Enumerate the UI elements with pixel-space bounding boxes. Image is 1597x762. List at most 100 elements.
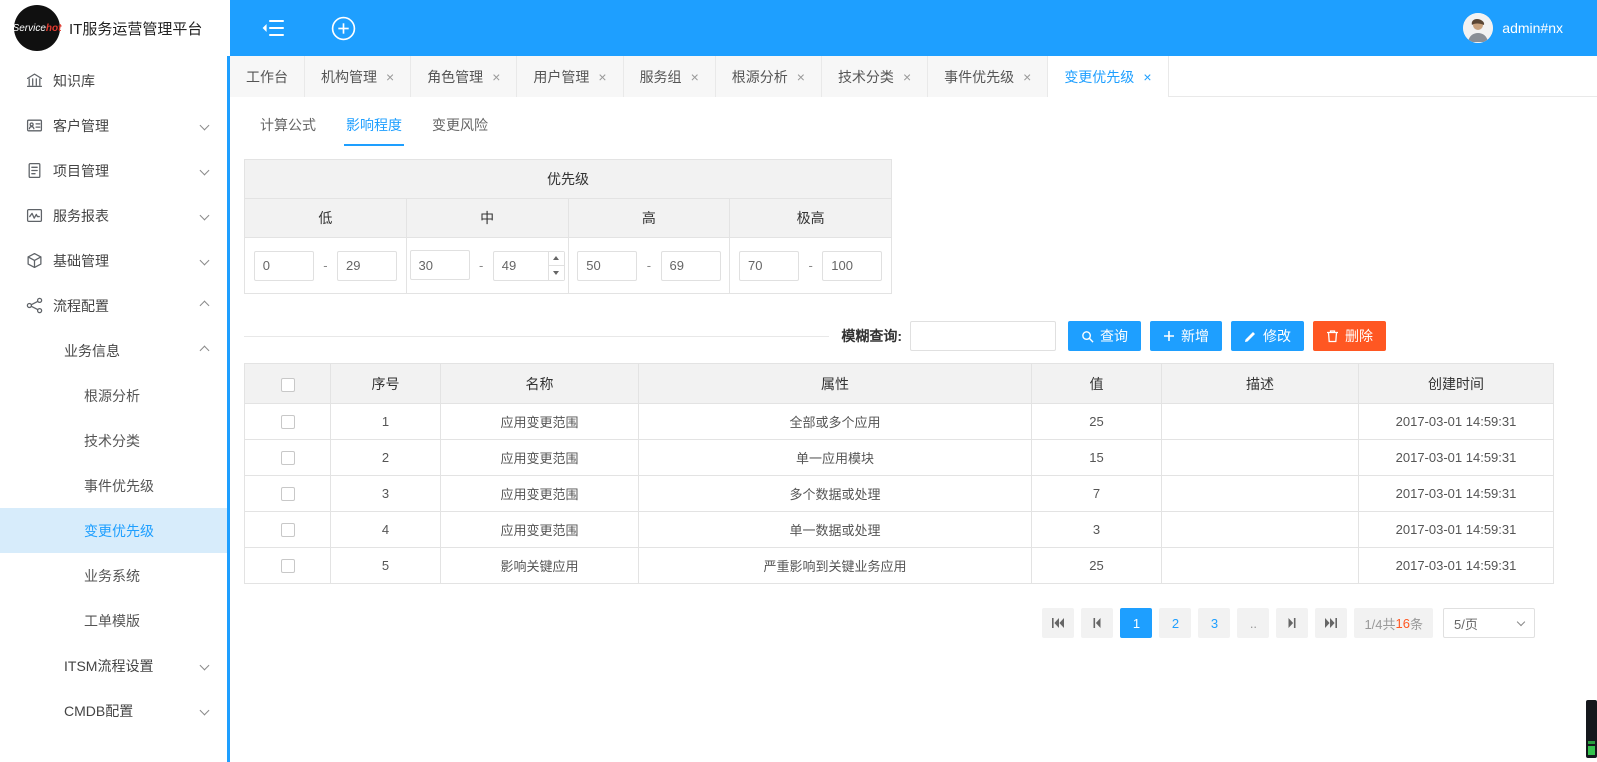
- sidebar-item-base-mgmt[interactable]: 基础管理: [0, 238, 230, 283]
- priority-mid-min-input[interactable]: [409, 250, 470, 281]
- logo: Service hot: [13, 5, 61, 51]
- page-ellipsis[interactable]: ..: [1237, 608, 1270, 638]
- delete-button[interactable]: 删除: [1313, 321, 1386, 351]
- tab-label: 技术分类: [837, 68, 894, 85]
- tab-label: 服务组: [639, 68, 682, 85]
- priority-level-header: 高: [567, 198, 731, 238]
- collapse-menu-icon[interactable]: [262, 17, 288, 39]
- sidebar-item-ticket-template[interactable]: 工单模版: [0, 598, 230, 643]
- subtab-impact-level[interactable]: 影响程度: [344, 107, 404, 146]
- sidebar-item-label: 客户管理: [53, 117, 109, 134]
- next-page-button[interactable]: [1276, 608, 1309, 638]
- chevron-down-icon: [199, 120, 210, 131]
- row-checkbox[interactable]: [280, 559, 295, 574]
- divider: [244, 335, 830, 337]
- priority-high-max-input[interactable]: [660, 250, 721, 281]
- close-icon[interactable]: ×: [797, 70, 805, 84]
- sidebar-item-itsm-process[interactable]: ITSM流程设置: [0, 643, 230, 688]
- sidebar-item-knowledge-base[interactable]: 知识库: [0, 58, 230, 103]
- cell-desc: [1161, 475, 1359, 512]
- prev-page-button[interactable]: [1081, 608, 1114, 638]
- sidebar-item-cmdb-config[interactable]: CMDB配置: [0, 688, 230, 733]
- delete-button-label: 删除: [1345, 328, 1373, 344]
- sidebar-item-business-info[interactable]: 业务信息: [0, 328, 230, 373]
- sidebar-item-label: 知识库: [53, 72, 95, 89]
- tab-root-cause[interactable]: 根源分析 ×: [715, 56, 822, 97]
- row-checkbox[interactable]: [280, 451, 295, 466]
- close-icon[interactable]: ×: [903, 70, 911, 84]
- table-row[interactable]: 2 应用变更范围 单一应用模块 15 2017-03-01 14:59:31: [244, 439, 1554, 476]
- page-button-1[interactable]: 1: [1120, 608, 1153, 638]
- edit-button[interactable]: 修改: [1231, 321, 1304, 351]
- tab-tech-category[interactable]: 技术分类 ×: [821, 56, 929, 97]
- tab-workbench[interactable]: 工作台: [230, 56, 305, 97]
- priority-high-min-input[interactable]: [577, 250, 638, 281]
- close-icon[interactable]: ×: [386, 70, 394, 84]
- priority-table-title: 优先级: [244, 159, 892, 199]
- sidebar-item-label: 项目管理: [53, 162, 109, 179]
- tab-service-group[interactable]: 服务组 ×: [623, 56, 716, 97]
- cell-desc: [1161, 403, 1359, 440]
- spinner-down-icon[interactable]: [548, 265, 564, 280]
- sidebar-item-tech-category[interactable]: 技术分类: [0, 418, 230, 463]
- priority-low-max-input[interactable]: [337, 250, 397, 281]
- subtab-change-risk[interactable]: 变更风险: [430, 107, 490, 146]
- table-row[interactable]: 1 应用变更范围 全部或多个应用 25 2017-03-01 14:59:31: [244, 403, 1554, 440]
- close-icon[interactable]: ×: [492, 70, 500, 84]
- add-tab-icon[interactable]: [330, 15, 357, 42]
- priority-range-cell: -: [729, 237, 892, 294]
- table-row[interactable]: 3 应用变更范围 多个数据或处理 7 2017-03-01 14:59:31: [244, 475, 1554, 512]
- side-nav: 知识库 客户管理 项目管理 服务报表 基础管理 流程配置 业务信息 根源分析 技…: [0, 56, 230, 733]
- tab-user-mgmt[interactable]: 用户管理 ×: [517, 56, 624, 97]
- summary-suffix: 条: [1409, 616, 1423, 632]
- query-button[interactable]: 查询: [1068, 321, 1141, 351]
- fuzzy-search-input[interactable]: [910, 321, 1056, 351]
- tab-incident-priority[interactable]: 事件优先级 ×: [928, 56, 1049, 97]
- sidebar-item-customer-mgmt[interactable]: 客户管理: [0, 103, 230, 148]
- sidebar-item-process-config[interactable]: 流程配置: [0, 283, 230, 328]
- row-checkbox[interactable]: [280, 415, 295, 430]
- priority-critical-min-input[interactable]: [739, 250, 799, 281]
- sidebar-item-business-system[interactable]: 业务系统: [0, 553, 230, 598]
- tab-change-priority[interactable]: 变更优先级 ×: [1048, 56, 1169, 97]
- spinner-up-icon[interactable]: [549, 252, 564, 266]
- row-checkbox[interactable]: [280, 523, 295, 538]
- priority-critical-max-input[interactable]: [822, 250, 883, 281]
- tab-role-mgmt[interactable]: 角色管理 ×: [411, 56, 518, 97]
- priority-low-min-input[interactable]: [253, 250, 314, 281]
- range-separator: -: [646, 258, 652, 273]
- page-button-3[interactable]: 3: [1198, 608, 1231, 638]
- table-row[interactable]: 5 影响关键应用 严重影响到关键业务应用 25 2017-03-01 14:59…: [244, 547, 1554, 584]
- cell-value: 25: [1031, 547, 1162, 584]
- indicator-bar: [1588, 741, 1595, 744]
- cell-seq: 3: [330, 475, 441, 512]
- page-button-2[interactable]: 2: [1159, 608, 1192, 638]
- table-row[interactable]: 4 应用变更范围 单一数据或处理 3 2017-03-01 14:59:31: [244, 511, 1554, 548]
- corner-indicator: [1586, 700, 1597, 758]
- user-menu[interactable]: admin#nx: [1463, 13, 1563, 43]
- column-header-attr: 属性: [638, 363, 1032, 404]
- subtab-calc-formula[interactable]: 计算公式: [258, 107, 318, 146]
- close-icon[interactable]: ×: [598, 70, 606, 84]
- sidebar-item-project-mgmt[interactable]: 项目管理: [0, 148, 230, 193]
- sidebar-item-root-cause[interactable]: 根源分析: [0, 373, 230, 418]
- cell-name: 应用变更范围: [440, 439, 639, 476]
- close-icon[interactable]: ×: [1143, 70, 1151, 84]
- row-checkbox[interactable]: [280, 487, 295, 502]
- tab-org-mgmt[interactable]: 机构管理 ×: [305, 56, 412, 97]
- page-size-select[interactable]: 5/页: [1443, 608, 1535, 638]
- sidebar-item-label: 业务信息: [64, 342, 120, 359]
- close-icon[interactable]: ×: [1023, 70, 1031, 84]
- sidebar-item-change-priority[interactable]: 变更优先级: [0, 508, 230, 553]
- summary-prefix: 1/4共: [1364, 616, 1396, 632]
- sidebar-item-service-report[interactable]: 服务报表: [0, 193, 230, 238]
- close-icon[interactable]: ×: [691, 70, 699, 84]
- trash-icon: [1327, 330, 1338, 343]
- sidebar-item-incident-priority[interactable]: 事件优先级: [0, 463, 230, 508]
- first-page-button[interactable]: [1042, 608, 1075, 638]
- select-all-checkbox[interactable]: [280, 377, 295, 392]
- chevron-up-icon: [199, 300, 210, 311]
- last-page-button[interactable]: [1315, 608, 1348, 638]
- sidebar-item-label: 根源分析: [84, 387, 140, 404]
- add-button[interactable]: 新增: [1150, 321, 1222, 351]
